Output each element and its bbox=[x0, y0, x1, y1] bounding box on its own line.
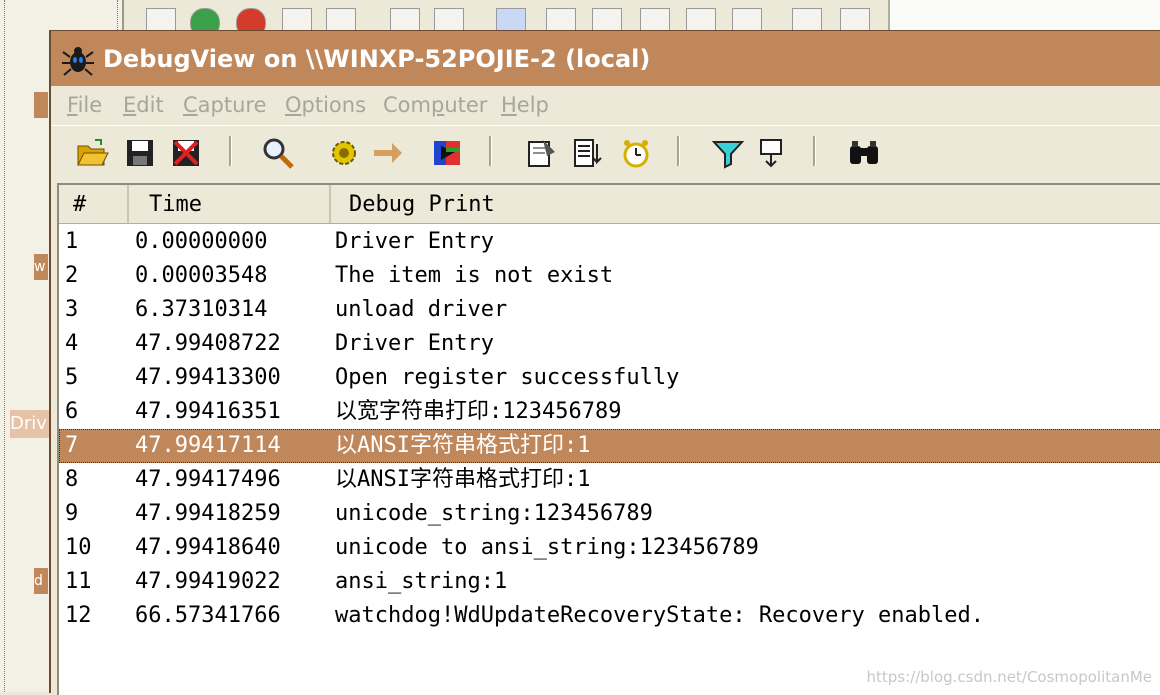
row-time: 47.99416351 bbox=[135, 399, 281, 424]
column-header-debug-print[interactable]: Debug Print bbox=[331, 185, 1160, 223]
debug-output-list[interactable]: # Time Debug Print 1 0.00000000 Driver Ent… bbox=[57, 183, 1160, 695]
table-row[interactable]: 2 0.00003548 The item is not exist bbox=[59, 259, 1160, 293]
table-row[interactable]: 4 47.99408722 Driver Entry bbox=[59, 327, 1160, 361]
toolbar-separator bbox=[489, 136, 492, 166]
table-row[interactable]: 7 47.99417114 以ANSI字符串格式打印:1 bbox=[59, 429, 1160, 463]
title-bar[interactable]: DebugView on \\WINXP-52POJIE-2 (local) bbox=[51, 31, 1160, 86]
row-time: 47.99413300 bbox=[135, 365, 281, 390]
row-number: 4 bbox=[65, 331, 79, 356]
row-number: 5 bbox=[65, 365, 79, 390]
row-message: 以ANSI字符串格式打印:1 bbox=[335, 433, 591, 458]
history-depth-icon[interactable] bbox=[755, 136, 789, 170]
table-row[interactable]: 8 47.99417496 以ANSI字符串格式打印:1 bbox=[59, 463, 1160, 497]
table-row[interactable]: 12 66.57341766 watchdog!WdUpdateRecoverySt… bbox=[59, 599, 1160, 633]
table-row[interactable]: 3 6.37310314 unload driver bbox=[59, 293, 1160, 327]
background-driver-label: Driv bbox=[10, 410, 52, 438]
column-header-time[interactable]: Time bbox=[129, 185, 331, 223]
row-time: 47.99408722 bbox=[135, 331, 281, 356]
row-number: 3 bbox=[65, 297, 79, 322]
table-row[interactable]: 1 0.00000000 Driver Entry bbox=[59, 225, 1160, 259]
row-time: 47.99418259 bbox=[135, 501, 281, 526]
row-time: 66.57341766 bbox=[135, 603, 281, 628]
row-number: 9 bbox=[65, 501, 79, 526]
bug-app-icon bbox=[62, 47, 94, 76]
row-message: Open register successfully bbox=[335, 365, 680, 390]
row-message: unload driver bbox=[335, 297, 508, 322]
background-tab: d bbox=[34, 568, 48, 594]
table-row[interactable]: 11 47.99419022 ansi_string:1 bbox=[59, 565, 1160, 599]
list-rows: 1 0.00000000 Driver Entry 2 0.00003548 The it… bbox=[59, 225, 1160, 633]
row-time: 47.99417496 bbox=[135, 467, 281, 492]
background-tab bbox=[34, 92, 48, 118]
autoscroll-arrow-icon[interactable] bbox=[371, 136, 405, 170]
filter-icon[interactable] bbox=[711, 136, 745, 170]
row-number: 2 bbox=[65, 263, 79, 288]
properties-icon[interactable] bbox=[571, 136, 605, 170]
row-message: watchdog!WdUpdateRecoveryState: Recovery… bbox=[335, 603, 985, 628]
table-row[interactable]: 6 47.99416351 以宽字符串打印:123456789 bbox=[59, 395, 1160, 429]
row-number: 11 bbox=[65, 569, 92, 594]
table-row[interactable]: 5 47.99413300 Open register successfully bbox=[59, 361, 1160, 395]
toolbar bbox=[51, 125, 1160, 178]
row-message: unicode to ansi_string:123456789 bbox=[335, 535, 759, 560]
row-number: 12 bbox=[65, 603, 92, 628]
toolbar-separator bbox=[813, 136, 816, 166]
watermark: https://blog.csdn.net/CosmopolitanMe bbox=[866, 668, 1153, 686]
column-header-number[interactable]: # bbox=[59, 185, 129, 223]
row-message: Driver Entry bbox=[335, 331, 494, 356]
toolbar-separator bbox=[229, 136, 232, 166]
row-number: 8 bbox=[65, 467, 79, 492]
row-message: Driver Entry bbox=[335, 229, 494, 254]
find-icon[interactable] bbox=[261, 136, 295, 170]
table-row[interactable]: 9 47.99418259 unicode_string:123456789 bbox=[59, 497, 1160, 531]
window-title: DebugView on \\WINXP-52POJIE-2 (local) bbox=[103, 45, 651, 73]
menu-help[interactable]: Help bbox=[501, 93, 549, 117]
clear-display-icon[interactable] bbox=[169, 136, 203, 170]
background-tab: w bbox=[34, 254, 48, 280]
row-number: 6 bbox=[65, 399, 79, 424]
row-time: 6.37310314 bbox=[135, 297, 268, 322]
debugview-window: DebugView on \\WINXP-52POJIE-2 (local) F… bbox=[49, 30, 1160, 695]
copy-icon[interactable] bbox=[525, 136, 559, 170]
save-icon[interactable] bbox=[123, 136, 157, 170]
row-time: 47.99418640 bbox=[135, 535, 281, 560]
list-header: # Time Debug Print bbox=[59, 185, 1160, 224]
background-area bbox=[890, 0, 1160, 34]
row-message: 以ANSI字符串格式打印:1 bbox=[335, 467, 591, 492]
open-folder-icon[interactable] bbox=[75, 136, 109, 170]
row-number: 7 bbox=[65, 433, 79, 458]
row-time: 0.00003548 bbox=[135, 263, 268, 288]
row-number: 10 bbox=[65, 535, 92, 560]
row-message: unicode_string:123456789 bbox=[335, 501, 653, 526]
clock-time-icon[interactable] bbox=[619, 136, 653, 170]
menu-options[interactable]: Options bbox=[285, 93, 366, 117]
menu-edit[interactable]: Edit bbox=[123, 93, 164, 117]
capture-gear-icon[interactable] bbox=[327, 136, 361, 170]
menu-computer[interactable]: Computer bbox=[383, 93, 487, 117]
highlight-icon[interactable] bbox=[431, 136, 465, 170]
row-message: 以宽字符串打印:123456789 bbox=[335, 399, 622, 424]
row-time: 47.99417114 bbox=[135, 433, 281, 458]
row-message: The item is not exist bbox=[335, 263, 614, 288]
row-message: ansi_string:1 bbox=[335, 569, 508, 594]
menu-capture[interactable]: Capture bbox=[183, 93, 267, 117]
table-row[interactable]: 10 47.99418640 unicode to ansi_string:1234… bbox=[59, 531, 1160, 565]
row-time: 47.99419022 bbox=[135, 569, 281, 594]
menu-file[interactable]: File bbox=[67, 93, 102, 117]
menu-bar: File Edit Capture Options Computer Help bbox=[51, 86, 1160, 124]
toolbar-separator bbox=[677, 136, 680, 166]
row-number: 1 bbox=[65, 229, 79, 254]
binoculars-icon[interactable] bbox=[847, 136, 881, 170]
row-time: 0.00000000 bbox=[135, 229, 268, 254]
